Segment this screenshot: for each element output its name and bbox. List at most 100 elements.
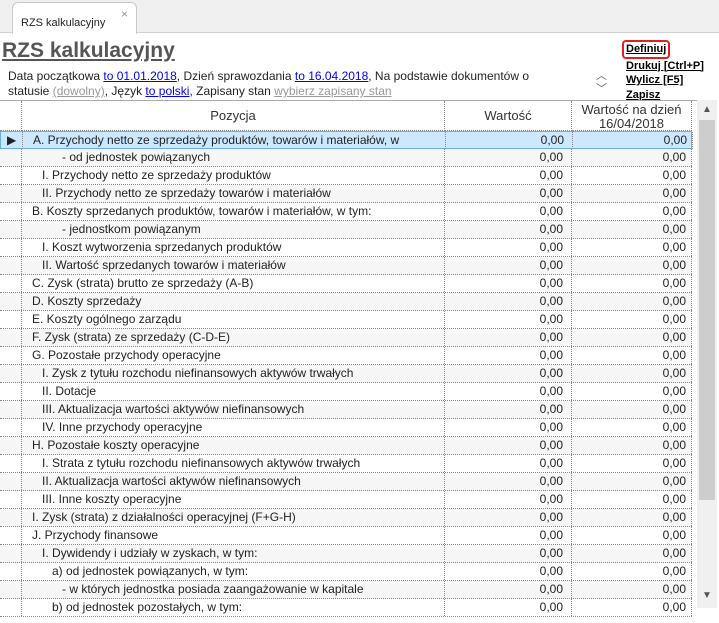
cell-position[interactable]: I. Zysk (strata) z działalności operacyj… [22, 509, 445, 526]
cell-value[interactable]: 0,00 [445, 509, 572, 526]
table-row[interactable]: F. Zysk (strata) ze sprzedaży (C-D-E) 0,… [0, 329, 692, 347]
cell-value-date[interactable]: 0,00 [572, 563, 692, 580]
cell-value[interactable]: 0,00 [445, 473, 572, 490]
cell-value[interactable]: 0,00 [445, 563, 572, 580]
column-header-value[interactable]: Wartość [445, 101, 572, 131]
cell-position[interactable]: F. Zysk (strata) ze sprzedaży (C-D-E) [22, 329, 445, 346]
table-row[interactable]: H. Pozostałe koszty operacyjne 0,00 0,00 [0, 437, 692, 455]
table-row[interactable]: ▶ A. Przychody netto ze sprzedaży produk… [0, 131, 693, 149]
cell-position[interactable]: G. Pozostałe przychody operacyjne [22, 347, 445, 364]
table-row[interactable]: II. Aktualizacja wartości aktywów niefin… [0, 473, 692, 491]
cell-position[interactable]: II. Aktualizacja wartości aktywów niefin… [22, 473, 445, 490]
cell-position[interactable]: III. Aktualizacja wartości aktywów niefi… [22, 401, 445, 418]
cell-value[interactable]: 0,00 [445, 581, 572, 598]
cell-position[interactable]: III. Inne koszty operacyjne [22, 491, 445, 508]
cell-position[interactable]: H. Pozostałe koszty operacyjne [22, 437, 445, 454]
cell-value-date[interactable]: 0,00 [572, 149, 692, 166]
cell-value[interactable]: 0,00 [445, 491, 572, 508]
cell-value-date[interactable]: 0,00 [572, 329, 692, 346]
cell-value-date[interactable]: 0,00 [572, 311, 692, 328]
table-row[interactable]: C. Zysk (strata) brutto ze sprzedaży (A-… [0, 275, 692, 293]
cell-value[interactable]: 0,00 [445, 545, 572, 562]
cell-position[interactable]: I. Dywidendy i udziały w zyskach, w tym: [22, 545, 445, 562]
table-row[interactable]: I. Strata z tytułu rozchodu niefinansowy… [0, 455, 692, 473]
cell-value[interactable]: 0,00 [445, 383, 572, 400]
cell-value-date[interactable]: 0,00 [572, 401, 692, 418]
cell-value[interactable]: 0,00 [445, 401, 572, 418]
cell-position[interactable]: B. Koszty sprzedanych produktów, towarów… [22, 203, 445, 220]
cell-value-date[interactable]: 0,00 [572, 275, 692, 292]
column-header-position[interactable]: Pozycja [22, 101, 445, 131]
chevron-down-icon[interactable]: ﹀ [596, 83, 607, 96]
cell-position[interactable]: - jednostkom powiązanym [22, 221, 445, 238]
cell-position[interactable]: I. Strata z tytułu rozchodu niefinansowy… [22, 455, 445, 472]
table-row[interactable]: II. Przychody netto ze sprzedaży towarów… [0, 185, 692, 203]
print-button[interactable]: Drukuj [Ctrl+P] [626, 59, 704, 74]
table-row[interactable]: G. Pozostałe przychody operacyjne 0,00 0… [0, 347, 692, 365]
cell-value-date[interactable]: 0,00 [572, 545, 692, 562]
cell-value[interactable]: 0,00 [445, 365, 572, 382]
cell-position[interactable]: C. Zysk (strata) brutto ze sprzedaży (A-… [22, 275, 445, 292]
cell-value-date[interactable]: 0,00 [572, 581, 692, 598]
vertical-scrollbar[interactable]: ▲ ▼ [697, 100, 717, 608]
collapse-toggle[interactable]: ︿ ﹀ [596, 70, 607, 96]
close-icon[interactable]: × [121, 7, 128, 21]
table-row[interactable]: I. Dywidendy i udziały w zyskach, w tym:… [0, 545, 692, 563]
cell-value[interactable]: 0,00 [445, 419, 572, 436]
table-row[interactable]: D. Koszty sprzedaży 0,00 0,00 [0, 293, 692, 311]
cell-position[interactable]: D. Koszty sprzedaży [22, 293, 445, 310]
cell-value[interactable]: 0,00 [445, 527, 572, 544]
table-row[interactable]: E. Koszty ogólnego zarządu 0,00 0,00 [0, 311, 692, 329]
cell-position[interactable]: - w których jednostka posiada zaangażowa… [22, 581, 445, 598]
start-date-link[interactable]: to 01.01.2018 [103, 69, 176, 83]
table-row[interactable]: a) od jednostek powiązanych, w tym: 0,00… [0, 563, 692, 581]
cell-value-date[interactable]: 0,00 [572, 599, 692, 616]
table-row[interactable]: II. Wartość sprzedanych towarów i materi… [0, 257, 692, 275]
table-row[interactable]: II. Dotacje 0,00 0,00 [0, 383, 692, 401]
cell-value-date[interactable]: 0,00 [572, 527, 692, 544]
report-date-link[interactable]: to 16.04.2018 [295, 69, 368, 83]
table-row[interactable]: III. Aktualizacja wartości aktywów niefi… [0, 401, 692, 419]
scrollbar-thumb[interactable] [699, 120, 715, 500]
tab-rzs-kalkulacyjny[interactable]: RZS kalkulacyjny × [12, 2, 137, 34]
cell-value[interactable]: 0,00 [446, 132, 573, 149]
table-row[interactable]: B. Koszty sprzedanych produktów, towarów… [0, 203, 692, 221]
cell-value-date[interactable]: 0,00 [572, 365, 692, 382]
cell-value[interactable]: 0,00 [445, 455, 572, 472]
chevron-up-icon[interactable]: ︿ [596, 70, 607, 83]
saved-state-link[interactable]: wybierz zapisany stan [274, 84, 391, 98]
table-row[interactable]: - od jednostek powiązanych 0,00 0,00 [0, 149, 692, 167]
cell-position[interactable]: II. Dotacje [22, 383, 445, 400]
cell-value-date[interactable]: 0,00 [572, 509, 692, 526]
status-link[interactable]: (dowolny) [53, 84, 105, 98]
calculate-button[interactable]: Wylicz [F5] [626, 73, 704, 88]
cell-value-date[interactable]: 0,00 [572, 221, 692, 238]
cell-value[interactable]: 0,00 [445, 437, 572, 454]
cell-value-date[interactable]: 0,00 [572, 455, 692, 472]
cell-value[interactable]: 0,00 [445, 599, 572, 616]
cell-position[interactable]: J. Przychody finansowe [22, 527, 445, 544]
cell-position[interactable]: b) od jednostek pozostałych, w tym: [22, 599, 445, 616]
cell-value[interactable]: 0,00 [445, 257, 572, 274]
cell-position[interactable]: IV. Inne przychody operacyjne [22, 419, 445, 436]
cell-value[interactable]: 0,00 [445, 239, 572, 256]
table-row[interactable]: b) od jednostek pozostałych, w tym: 0,00… [0, 599, 692, 617]
cell-position[interactable]: I. Koszt wytworzenia sprzedanych produkt… [22, 239, 445, 256]
cell-value[interactable]: 0,00 [445, 311, 572, 328]
table-row[interactable]: - jednostkom powiązanym 0,00 0,00 [0, 221, 692, 239]
cell-value[interactable]: 0,00 [445, 293, 572, 310]
cell-value-date[interactable]: 0,00 [572, 257, 692, 274]
table-row[interactable]: J. Przychody finansowe 0,00 0,00 [0, 527, 692, 545]
table-row[interactable]: III. Inne koszty operacyjne 0,00 0,00 [0, 491, 692, 509]
cell-value[interactable]: 0,00 [445, 221, 572, 238]
define-button[interactable]: Definiuj [622, 40, 671, 59]
cell-position[interactable]: a) od jednostek powiązanych, w tym: [22, 563, 445, 580]
cell-position[interactable]: I. Przychody netto ze sprzedaży produktó… [22, 167, 445, 184]
cell-value[interactable]: 0,00 [445, 185, 572, 202]
table-row[interactable]: I. Koszt wytworzenia sprzedanych produkt… [0, 239, 692, 257]
table-row[interactable]: I. Przychody netto ze sprzedaży produktó… [0, 167, 692, 185]
cell-value[interactable]: 0,00 [445, 149, 572, 166]
cell-value[interactable]: 0,00 [445, 203, 572, 220]
cell-value-date[interactable]: 0,00 [572, 437, 692, 454]
table-row[interactable]: IV. Inne przychody operacyjne 0,00 0,00 [0, 419, 692, 437]
